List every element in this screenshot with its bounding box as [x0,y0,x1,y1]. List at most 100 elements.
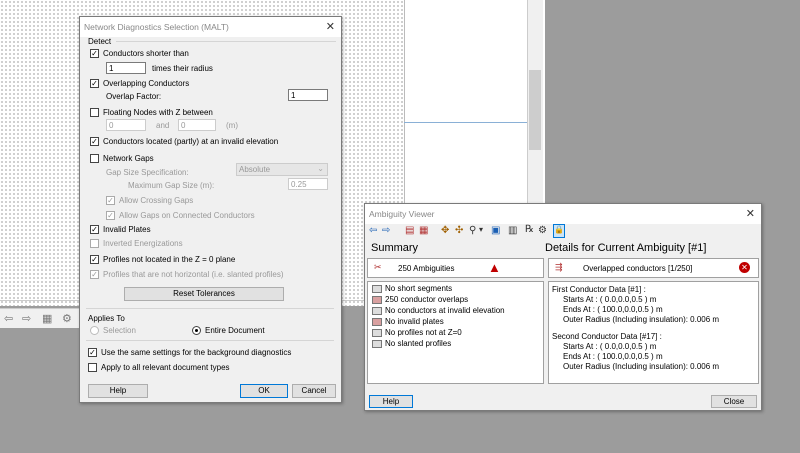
unit-label: (m) [226,121,238,130]
invalid-elevation-option[interactable]: ✓ Conductors located (partly) at an inva… [90,137,278,146]
ambiguity-viewer-window: Ambiguity Viewer ✕ ⇦ ⇨ ▤ ▦ ✥ ✣ ⚲ ▾ ▣ ▥ ℞… [364,203,762,411]
and-label: and [156,121,170,130]
details-line: Starts At : ( 0.0,0.0,0.5 ) m [563,295,657,304]
float-max-input[interactable]: 0 [178,119,216,131]
overlap-factor-input[interactable]: 1 [288,89,328,101]
close-icon[interactable]: ✕ [746,207,755,220]
allow-crossing-option[interactable]: ✓ Allow Crossing Gaps [106,196,193,205]
network-gaps-option[interactable]: Network Gaps [90,154,154,163]
list-item-label: No profiles not at Z=0 [385,328,462,337]
list-item[interactable]: 250 conductor overlaps [372,295,468,304]
float-min-input[interactable]: 0 [106,119,146,131]
profiles-z0-option[interactable]: ✓ Profiles not located in the Z = 0 plan… [90,255,235,264]
list-item-label: 250 conductor overlaps [385,295,469,304]
checkbox-checked-icon[interactable]: ✓ [88,348,97,357]
back-arrow-icon[interactable]: ⇦ [369,225,377,236]
checkbox-unchecked-icon[interactable] [88,363,97,372]
ambiguities-count: 250 Ambiguities [398,264,455,273]
reset-tolerances-button[interactable]: Reset Tolerances [124,287,284,301]
gap-spec-value: Absolute [239,165,271,174]
options-separator [86,340,334,341]
apply-all-option[interactable]: Apply to all relevant document types [88,363,230,372]
cancel-button[interactable]: Cancel [292,384,336,398]
apply-all-label: Apply to all relevant document types [101,363,230,372]
help-button[interactable]: Help [369,395,413,408]
lock-icon[interactable]: 🔒 [553,224,565,238]
image-icon[interactable]: ▣ [491,225,500,236]
overlap-factor-label: Overlap Factor: [106,92,162,101]
tool-icon[interactable]: ⚙ [62,312,72,325]
inverted-label: Inverted Energizations [103,239,183,248]
applies-separator [86,308,334,309]
pan-icon[interactable]: ✣ [455,225,463,236]
undo-icon[interactable]: ⇦ [4,312,13,325]
checkbox-checked-icon[interactable]: ✓ [90,79,99,88]
dropdown-arrow-icon[interactable]: ▾ [479,225,483,234]
checkbox-disabled-checked-icon[interactable]: ✓ [106,211,115,220]
table-icon[interactable]: ▦ [419,225,428,236]
error-icon: ✕ [739,262,750,273]
gap-spec-select[interactable]: Absolute ⌄ [236,163,328,176]
slanted-profile-icon [372,339,382,348]
allow-crossing-label: Allow Crossing Gaps [119,196,194,205]
help-button[interactable]: Help [88,384,148,398]
ambiguity-icon: ✂ [374,262,382,272]
profiles-z0-label: Profiles not located in the Z = 0 plane [103,255,236,264]
close-button[interactable]: Close [711,395,757,408]
checkbox-disabled-checked-icon[interactable]: ✓ [106,196,115,205]
current-ambiguity-label: Overlapped conductors [1/250] [583,264,693,273]
profiles-slanted-option[interactable]: ✓ Profiles that are not horizontal (i.e.… [90,270,284,279]
prescription-icon[interactable]: ℞ [525,224,534,235]
checkbox-checked-icon[interactable]: ✓ [90,225,99,234]
list-item[interactable]: No short segments [372,284,452,293]
detect-separator [116,41,336,42]
magnifier-icon[interactable]: ⚲ [469,225,476,236]
checkbox-unchecked-icon[interactable] [90,154,99,163]
checkbox-unchecked-icon[interactable] [90,108,99,117]
allow-connected-option[interactable]: ✓ Allow Gaps on Connected Conductors [106,211,255,220]
use-same-option[interactable]: ✓ Use the same settings for the backgrou… [88,348,291,357]
list-item[interactable]: No invalid plates [372,317,444,326]
details-status-bar: ⇶ Overlapped conductors [1/250] ✕ [548,258,759,278]
close-icon[interactable]: ✕ [326,20,335,33]
options-icon[interactable]: ⚙ [538,225,547,236]
checkbox-checked-icon[interactable]: ✓ [90,137,99,146]
checkbox-checked-icon[interactable]: ✓ [90,49,99,58]
list-item[interactable]: No profiles not at Z=0 [372,328,462,337]
checkbox-disabled-checked-icon[interactable]: ✓ [90,270,99,279]
selection-radio-option[interactable]: Selection [90,326,136,335]
radius-factor-input[interactable]: 1 [106,62,146,74]
network-diagnostics-dialog: Network Diagnostics Selection (MALT) ✕ D… [79,16,342,403]
network-gaps-label: Network Gaps [103,154,154,163]
editor-scroll-thumb[interactable] [529,70,541,150]
radio-selected-icon[interactable] [192,326,201,335]
checkbox-checked-icon[interactable]: ✓ [90,255,99,264]
max-gap-input[interactable]: 0.25 [288,178,328,190]
checkbox-disabled-icon[interactable] [90,239,99,248]
list-item[interactable]: No conductors at invalid elevation [372,306,505,315]
details-line: Second Conductor Data [#17] : [552,332,662,341]
editor-guide-line [404,122,527,123]
grid-icon[interactable]: ▦ [42,312,52,325]
radio-unselected-icon[interactable] [90,326,99,335]
details-line: First Conductor Data [#1] : [552,285,646,294]
entire-document-radio-option[interactable]: Entire Document [192,326,265,335]
report-icon[interactable]: ▤ [405,225,414,236]
redo-icon[interactable]: ⇨ [22,312,31,325]
short-conductors-option[interactable]: ✓ Conductors shorter than [90,49,189,58]
forward-arrow-icon[interactable]: ⇨ [382,225,390,236]
allow-connected-label: Allow Gaps on Connected Conductors [119,211,255,220]
invalid-plates-option[interactable]: ✓ Invalid Plates [90,225,151,234]
overlapping-option[interactable]: ✓ Overlapping Conductors [90,79,189,88]
notes-icon[interactable]: ▥ [508,225,517,236]
ok-button[interactable]: OK [240,384,288,398]
floating-nodes-option[interactable]: Floating Nodes with Z between [90,108,213,117]
profiles-slanted-label: Profiles that are not horizontal (i.e. s… [103,270,284,279]
warning-triangle-icon: ▲ [488,260,501,275]
summary-list: No short segments 250 conductor overlaps… [367,281,544,384]
viewer-titlebar: Ambiguity Viewer ✕ [365,204,761,224]
inverted-option[interactable]: Inverted Energizations [90,239,183,248]
zoom-fit-icon[interactable]: ✥ [441,225,449,236]
applies-to-label: Applies To [88,314,125,323]
list-item[interactable]: No slanted profiles [372,339,451,348]
